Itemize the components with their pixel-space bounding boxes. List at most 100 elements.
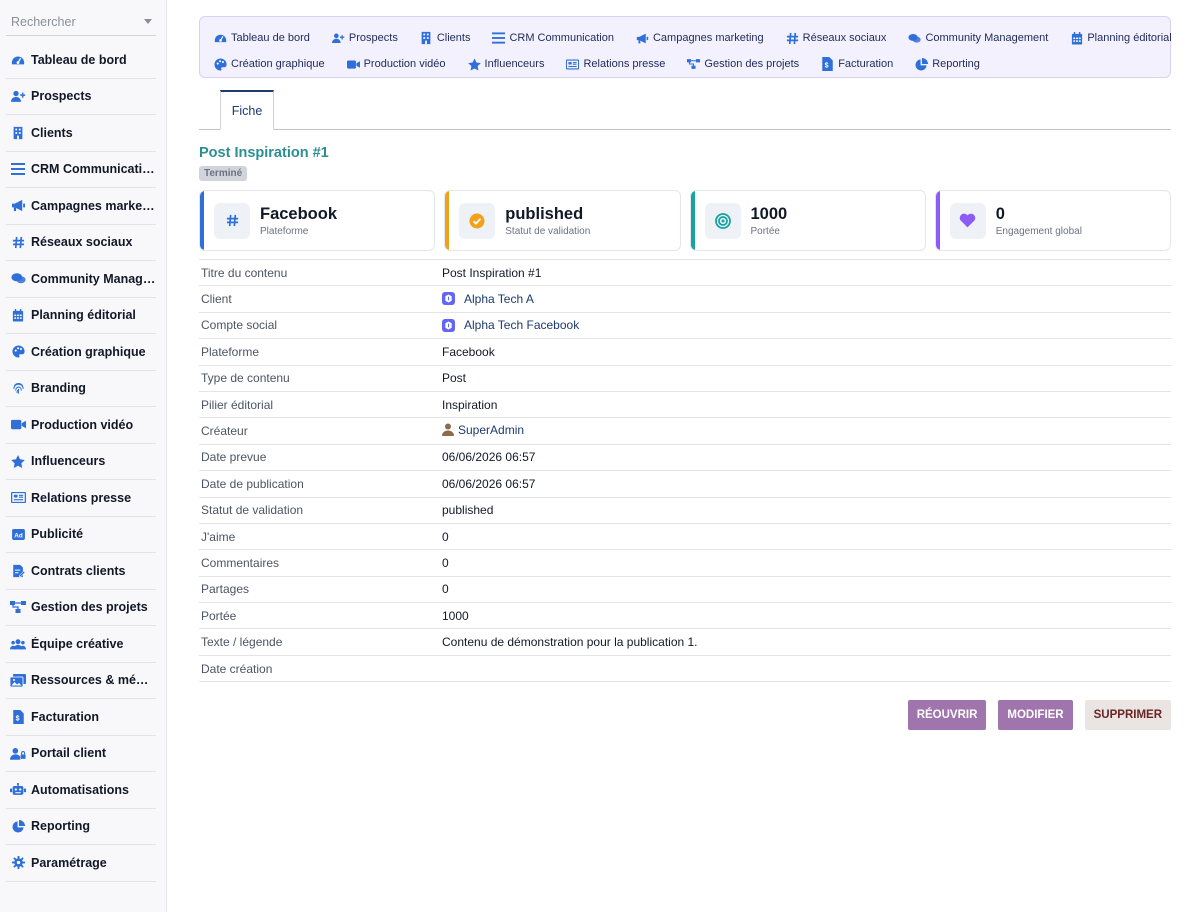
sidebar-item-label: Paramétrage	[31, 855, 107, 870]
field-link[interactable]: SuperAdmin	[442, 423, 524, 437]
table-row: Partages 0	[199, 576, 1171, 602]
sidebar-item[interactable]: Relations presse	[6, 480, 156, 517]
table-row: Client Alpha Tech A	[199, 285, 1171, 312]
top-navigation: Tableau de bord Prospects Clients CRM Commu…	[199, 16, 1172, 78]
field-value: Contenu de démonstration pour la publica…	[442, 635, 698, 650]
top-nav-label: Gestion des projets	[704, 58, 800, 70]
calendar-icon	[1070, 31, 1083, 45]
search-select[interactable]: Rechercher	[6, 8, 156, 36]
sidebar-item[interactable]: Branding	[6, 371, 156, 407]
field-value-cell: Alpha Tech Facebook	[442, 312, 1171, 338]
star-icon	[467, 57, 481, 71]
sidebar-item[interactable]: Production vidéo	[6, 407, 156, 444]
top-nav-link[interactable]: Campagnes marketing	[636, 32, 764, 45]
sidebar-item[interactable]: Ressources & médias	[6, 663, 156, 699]
top-nav-label: Clients	[436, 32, 471, 44]
calendar-icon	[10, 307, 26, 323]
star-icon	[10, 453, 26, 469]
sidebar-item[interactable]: Tableau de bord	[6, 42, 156, 79]
top-nav-label: Création graphique	[231, 58, 325, 70]
images-icon	[10, 672, 26, 688]
sidebar-item-label: Publicité	[31, 527, 84, 542]
dashboard-icon	[10, 52, 26, 68]
sidebar-item-label: Ressources & médias	[31, 673, 156, 688]
sidebar-item-label: Création graphique	[31, 344, 146, 359]
target-icon	[704, 202, 741, 239]
top-nav-link[interactable]: Création graphique	[214, 57, 325, 71]
sidebar-item-label: Relations presse	[31, 490, 132, 505]
sidebar-item[interactable]: Influenceurs	[6, 444, 156, 480]
top-nav-link[interactable]: CRM Communication	[492, 32, 614, 45]
delete-button[interactable]: SUPPRIMER	[1084, 700, 1171, 730]
sidebar-item-label: Influenceurs	[31, 454, 106, 469]
top-nav-link[interactable]: $ Facturation	[821, 57, 893, 71]
field-link[interactable]: Alpha Tech Facebook	[442, 318, 579, 332]
sidebar-item[interactable]: CRM Communication	[6, 152, 156, 188]
sidebar-item[interactable]: Community Manage...	[6, 261, 156, 298]
table-row: Titre du contenu Post Inspiration #1	[199, 259, 1171, 286]
field-value-cell: Alpha Tech A	[442, 286, 1171, 312]
field-label: Date création	[201, 661, 273, 676]
palette-icon	[10, 344, 26, 360]
sidebar-item[interactable]: Équipe créative	[6, 626, 156, 663]
sidebar-item-label: Community Manage...	[31, 271, 156, 286]
ad-icon: Ad	[10, 526, 26, 542]
field-link-text: Alpha Tech Facebook	[464, 318, 580, 333]
reopen-button[interactable]: RÉOUVRIR	[907, 700, 987, 730]
sidebar-item[interactable]: Réseaux sociaux	[6, 225, 156, 261]
card-label: Portée	[750, 225, 780, 237]
sidebar-item[interactable]: Paramétrage	[6, 845, 156, 882]
edit-button[interactable]: MODIFIER	[998, 700, 1073, 730]
video-icon	[10, 417, 26, 433]
sidebar-item[interactable]: Campagnes marketing	[6, 188, 156, 225]
sidebar-item-label: Automatisations	[31, 782, 129, 797]
sidebar-item[interactable]: Gestion des projets	[6, 590, 156, 626]
tab-fiche[interactable]: Fiche	[220, 90, 274, 130]
top-nav-link[interactable]: Relations presse	[566, 58, 665, 71]
field-label: J'aime	[201, 529, 236, 544]
field-value-cell: 06/06/2026 06:57	[442, 471, 1171, 497]
top-nav-link[interactable]: Tableau de bord	[214, 32, 310, 45]
field-value-cell: SuperAdmin	[442, 418, 1171, 444]
sidebar-item-label: Planning éditorial	[31, 308, 136, 323]
field-value-cell: 0	[442, 523, 1171, 549]
sidebar-item[interactable]: Clients	[6, 115, 156, 152]
sidebar-item-label: Contrats clients	[31, 563, 126, 578]
field-label: Plateforme	[201, 344, 260, 359]
top-nav-label: Relations presse	[583, 58, 666, 70]
sidebar-item[interactable]: Automatisations	[6, 772, 156, 809]
page-title: Post Inspiration #1	[199, 145, 329, 161]
sidebar-item[interactable]: Prospects	[6, 79, 156, 115]
sidebar-item[interactable]: Création graphique	[6, 334, 156, 371]
top-nav-link[interactable]: Prospects	[331, 32, 398, 45]
sidebar-item[interactable]: Contrats clients	[6, 553, 156, 590]
top-nav-link[interactable]: Réseaux sociaux	[786, 32, 886, 45]
field-label: Type de contenu	[201, 371, 290, 386]
sidebar-item[interactable]: Ad Publicité	[6, 517, 156, 553]
field-value: 0	[442, 529, 449, 544]
chevron-down-icon[interactable]	[144, 19, 152, 24]
sidebar-item[interactable]: Reporting	[6, 809, 156, 845]
top-nav-link[interactable]: Community Management	[908, 32, 1048, 45]
sidebar-item[interactable]: $ Facturation	[6, 699, 156, 736]
sidebar-menu: Tableau de bord Prospects Clients CRM Commu…	[0, 42, 166, 882]
top-nav-link[interactable]: Influenceurs	[467, 57, 544, 71]
sidebar-item[interactable]: Portail client	[6, 736, 156, 772]
field-value: 06/06/2026 06:57	[442, 476, 536, 491]
field-link[interactable]: Alpha Tech A	[442, 292, 534, 306]
field-value-cell: 1000	[442, 603, 1171, 629]
sidebar-item[interactable]: Planning éditorial	[6, 298, 156, 334]
top-nav-link[interactable]: Gestion des projets	[687, 58, 799, 71]
top-nav-link[interactable]: Production vidéo	[346, 58, 446, 71]
top-nav-link[interactable]: Reporting	[915, 57, 980, 71]
sidebar-item-label: Gestion des projets	[31, 600, 148, 615]
detail-table: Titre du contenu Post Inspiration #1 Clien…	[199, 259, 1171, 682]
top-nav-link[interactable]: Planning éditorial	[1070, 31, 1172, 45]
top-nav-link[interactable]: Clients	[420, 31, 471, 45]
sidebar-item-label: Portail client	[31, 746, 107, 761]
field-value-cell: published	[442, 497, 1171, 523]
user-lock-icon	[10, 745, 26, 761]
card-label: Plateforme	[260, 225, 309, 237]
field-label: Texte / légende	[201, 635, 283, 650]
svg-text:Ad: Ad	[14, 532, 23, 539]
